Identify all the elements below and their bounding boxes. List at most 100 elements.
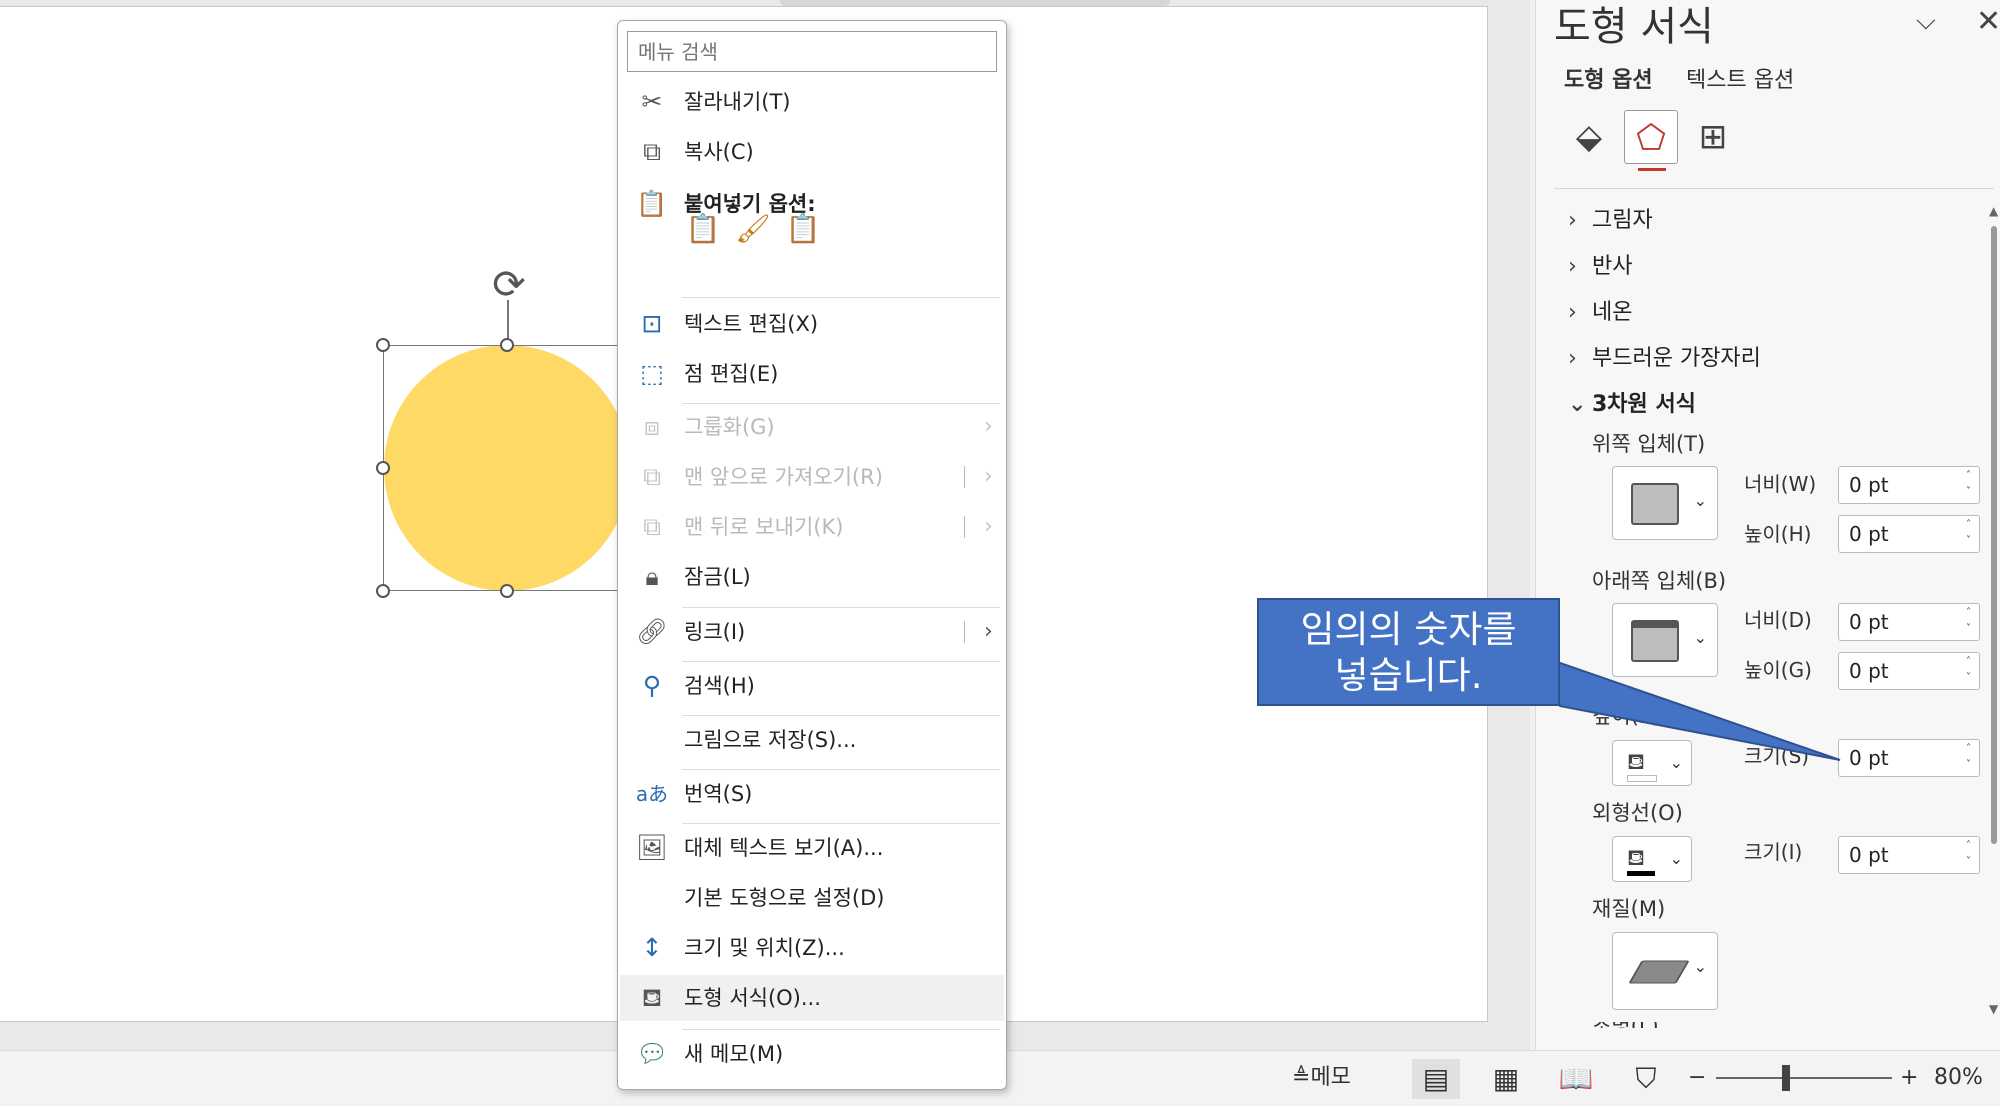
zoom-level[interactable]: 80% bbox=[1934, 1061, 1983, 1095]
contour-color-button[interactable]: ⛾ ⌄ bbox=[1612, 836, 1692, 882]
bottom-bevel-height-field[interactable]: 0 pt ˄ ˅ bbox=[1838, 652, 1980, 690]
chevron-right-icon: › bbox=[1568, 346, 1577, 371]
close-icon[interactable]: ✕ bbox=[1976, 4, 2000, 39]
menu-item-copy[interactable]: ⧉ 복사(C) bbox=[620, 129, 1004, 175]
fill-line-icon[interactable]: ⬙ bbox=[1562, 110, 1616, 164]
menu-item-new-comment[interactable]: 💬︎ 새 메모(M) bbox=[620, 1031, 1004, 1077]
bottom-bevel-preset-button[interactable]: ⌄ bbox=[1612, 603, 1718, 677]
slide-sorter-icon: ▦ bbox=[1492, 1062, 1520, 1095]
lighting-label-clipped: 조명(L) bbox=[1592, 1022, 1659, 1028]
section-shadow[interactable]: › 그림자 bbox=[1568, 202, 1653, 234]
contour-color-swatch bbox=[1627, 871, 1655, 876]
zoom-in-button[interactable]: + bbox=[1900, 1061, 1918, 1095]
menu-item-translate[interactable]: aあ 번역(S) bbox=[620, 771, 1004, 817]
scrollbar-thumb[interactable] bbox=[1991, 226, 1997, 844]
notes-icon: ≜ bbox=[1292, 1065, 1311, 1090]
search-icon: ⚲ bbox=[642, 671, 662, 700]
chevron-down-icon[interactable]: ⌵ bbox=[1916, 6, 1936, 37]
bring-to-front-icon: ⧉ bbox=[643, 462, 661, 491]
bottom-bevel-width-field[interactable]: 0 pt ˄ ˅ bbox=[1838, 603, 1980, 641]
menu-separator bbox=[682, 1029, 1000, 1030]
copy-icon: ⧉ bbox=[643, 137, 661, 166]
depth-color-button[interactable]: ⛾ ⌄ bbox=[1612, 740, 1692, 786]
menu-item-lock[interactable]: 🔒︎ 잠금(L) bbox=[620, 554, 1004, 600]
menu-item-edit-text[interactable]: ⊡ 텍스트 편집(X) bbox=[620, 301, 1004, 347]
rotate-handle-icon[interactable]: ⟳ bbox=[486, 262, 532, 308]
spin-arrows-icon[interactable]: ˄ ˅ bbox=[1966, 741, 1971, 773]
link-icon: 🔗︎ bbox=[636, 617, 668, 646]
menu-item-format-shape[interactable]: ⛾ 도형 서식(O)... bbox=[620, 975, 1004, 1021]
chevron-right-icon: › bbox=[1568, 254, 1577, 279]
resize-handle-top[interactable] bbox=[500, 338, 514, 352]
effects-pentagon-icon[interactable]: ⬠ bbox=[1624, 110, 1678, 164]
menu-item-size-and-position[interactable]: ↕ 크기 및 위치(Z)... bbox=[620, 925, 1004, 971]
resize-handle-bottom-left[interactable] bbox=[376, 584, 390, 598]
material-preset-button[interactable]: ⌄ bbox=[1612, 932, 1718, 1010]
menu-separator bbox=[682, 661, 1000, 662]
scroll-down-icon[interactable]: ▼ bbox=[1989, 1002, 1998, 1016]
spin-arrows-icon[interactable]: ˄ ˅ bbox=[1966, 654, 1971, 686]
paste-keep-source-format-icon[interactable]: 📋 bbox=[680, 207, 726, 251]
spin-arrows-icon[interactable]: ˄ ˅ bbox=[1966, 517, 1971, 549]
zoom-slider[interactable] bbox=[1716, 1077, 1892, 1079]
menu-item-cut[interactable]: ✂ 잘라내기(T) bbox=[620, 79, 1004, 125]
menu-item-bring-to-front[interactable]: ⧉ 맨 앞으로 가져오기(R) › bbox=[620, 454, 1004, 500]
menu-separator bbox=[682, 823, 1000, 824]
material-label: 재질(M) bbox=[1592, 897, 1666, 921]
spin-arrows-icon[interactable]: ˄ ˅ bbox=[1966, 605, 1971, 637]
top-bevel-width-field[interactable]: 0 pt ˄ ˅ bbox=[1838, 466, 1980, 504]
normal-view-button[interactable]: ▤ bbox=[1412, 1059, 1460, 1099]
menu-item-group[interactable]: ⧈ 그룹화(G) › bbox=[620, 404, 1004, 450]
top-bevel-height-field[interactable]: 0 pt ˄ ˅ bbox=[1838, 515, 1980, 553]
slide-sorter-button[interactable]: ▦ bbox=[1482, 1059, 1530, 1099]
selection-box bbox=[383, 345, 631, 591]
section-glow[interactable]: › 네온 bbox=[1568, 294, 1632, 326]
resize-handle-top-left[interactable] bbox=[376, 338, 390, 352]
pane-scrollbar[interactable]: ▲ ▼ bbox=[1989, 202, 1999, 1050]
notes-button[interactable]: ≜메모 bbox=[1292, 1061, 1351, 1095]
pane-title: 도형 서식 bbox=[1554, 4, 1714, 50]
menu-item-view-alt-text[interactable]: 🖼︎ 대체 텍스트 보기(A)... bbox=[620, 825, 1004, 871]
resize-handle-left[interactable] bbox=[376, 461, 390, 475]
section-3d-format[interactable]: ⌄ 3차원 서식 bbox=[1568, 386, 1696, 418]
spin-arrows-icon[interactable]: ˄ ˅ bbox=[1966, 468, 1971, 500]
submenu-divider bbox=[964, 516, 965, 538]
chevron-right-icon: › bbox=[984, 414, 993, 439]
section-soft-edges[interactable]: › 부드러운 가장자리 bbox=[1568, 340, 1761, 372]
paste-picture-icon[interactable]: 🖌 bbox=[730, 207, 776, 251]
chevron-down-icon: ⌄ bbox=[1669, 753, 1683, 772]
chevron-right-icon: › bbox=[1568, 300, 1577, 325]
tab-shape-options[interactable]: 도형 옵션 bbox=[1564, 62, 1653, 94]
contour-size-field[interactable]: 0 pt ˄ ˅ bbox=[1838, 836, 1980, 874]
resize-handle-bottom[interactable] bbox=[500, 584, 514, 598]
menu-item-search[interactable]: ⚲ 검색(H) bbox=[620, 663, 1004, 709]
reading-view-button[interactable]: 📖 bbox=[1552, 1059, 1600, 1099]
menu-item-send-to-back[interactable]: ⧉ 맨 뒤로 보내기(K) › bbox=[620, 504, 1004, 550]
depth-size-field[interactable]: 0 pt ˄ ˅ bbox=[1838, 739, 1980, 777]
lock-icon: 🔒︎ bbox=[645, 562, 659, 591]
bottom-bevel-label: 아래쪽 입체(B) bbox=[1592, 569, 1727, 593]
menu-item-edit-points[interactable]: ⬚ 점 편집(E) bbox=[620, 351, 1004, 397]
top-bevel-preset-button[interactable]: ⌄ bbox=[1612, 466, 1718, 540]
spin-arrows-icon[interactable]: ˄ ˅ bbox=[1966, 838, 1971, 870]
tab-text-options[interactable]: 텍스트 옵션 bbox=[1686, 62, 1794, 94]
chevron-down-icon: ⌄ bbox=[1669, 849, 1683, 868]
submenu-divider bbox=[964, 621, 965, 643]
menu-item-set-default-shape[interactable]: 기본 도형으로 설정(D) bbox=[620, 875, 1004, 921]
slide-show-button[interactable]: ⛉ bbox=[1622, 1059, 1670, 1099]
slide-show-icon: ⛉ bbox=[1635, 1062, 1657, 1095]
size-properties-icon[interactable]: ⊞ bbox=[1686, 110, 1740, 164]
menu-item-link[interactable]: 🔗︎ 링크(I) › bbox=[620, 609, 1004, 655]
chevron-right-icon: › bbox=[984, 619, 993, 644]
submenu-divider bbox=[964, 466, 965, 488]
zoom-slider-thumb[interactable] bbox=[1782, 1065, 1790, 1091]
callout-line-2: 넣습니다. bbox=[1334, 654, 1483, 697]
chevron-right-icon: › bbox=[1568, 208, 1577, 233]
zoom-out-button[interactable]: − bbox=[1688, 1061, 1706, 1095]
section-reflection[interactable]: › 반사 bbox=[1568, 248, 1632, 280]
scroll-up-icon[interactable]: ▲ bbox=[1989, 204, 1998, 218]
material-preset-icon bbox=[1628, 960, 1690, 984]
paste-keep-text-only-icon[interactable]: 📋 bbox=[780, 207, 826, 251]
menu-search-input[interactable] bbox=[627, 31, 997, 72]
menu-item-save-as-picture[interactable]: 그림으로 저장(S)... bbox=[620, 717, 1004, 763]
